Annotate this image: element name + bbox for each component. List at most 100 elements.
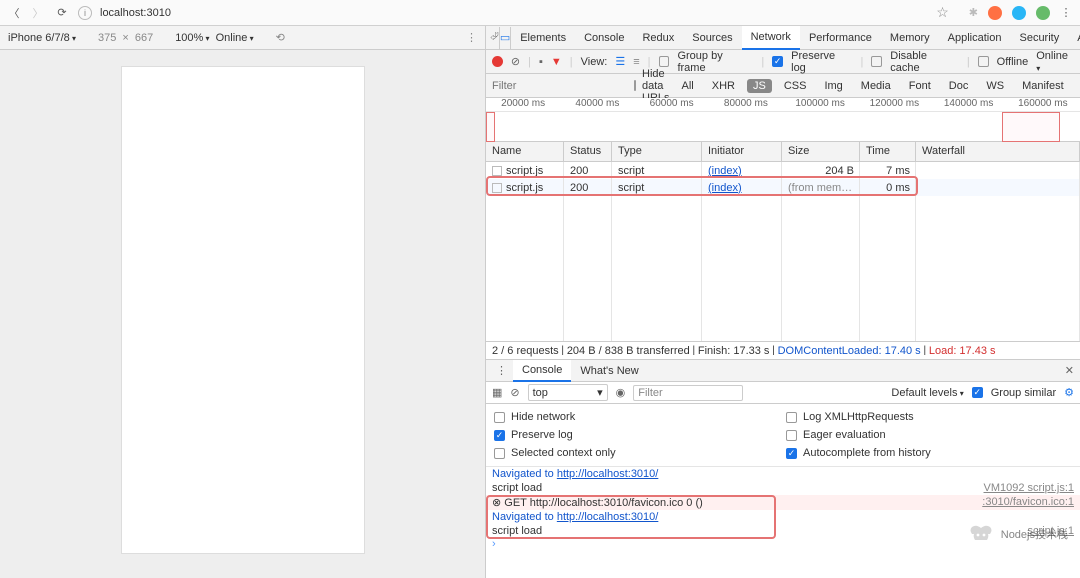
eager-eval-checkbox[interactable] xyxy=(786,430,797,441)
col-waterfall[interactable]: Waterfall xyxy=(916,142,1080,161)
preserve-log-checkbox[interactable]: ✓ xyxy=(494,430,505,441)
filter-ws[interactable]: WS xyxy=(980,79,1010,93)
extension-icon[interactable] xyxy=(1012,6,1026,20)
throttle-select[interactable]: Online xyxy=(216,32,254,44)
timeline-tick: 120000 ms xyxy=(857,98,931,111)
group-frame-checkbox[interactable] xyxy=(659,56,670,67)
offline-checkbox[interactable] xyxy=(978,56,989,67)
tab-redux[interactable]: Redux xyxy=(633,26,683,50)
col-name[interactable]: Name xyxy=(486,142,564,161)
tab-network[interactable]: Network xyxy=(742,26,800,50)
sidebar-toggle-icon[interactable]: ▦ xyxy=(492,386,502,399)
log-line: Navigated to http://localhost:3010/ xyxy=(486,467,1080,481)
network-timeline[interactable]: 20000 ms 40000 ms 60000 ms 80000 ms 1000… xyxy=(486,98,1080,142)
settings-icon[interactable]: ⚙ xyxy=(1064,386,1074,399)
extension-icon[interactable] xyxy=(1036,6,1050,20)
view-small-icon[interactable]: ≡ xyxy=(633,56,639,68)
view-large-icon[interactable]: ☰ xyxy=(615,55,625,68)
console-filter[interactable]: Filter xyxy=(633,385,743,401)
drawer-tab-console[interactable]: Console xyxy=(513,360,571,382)
log-source[interactable]: :3010/favicon.ico:1 xyxy=(982,496,1074,509)
tab-sources[interactable]: Sources xyxy=(683,26,741,50)
clear-icon[interactable]: ⊘ xyxy=(511,55,520,68)
device-height[interactable]: 667 xyxy=(135,32,153,44)
filter-doc[interactable]: Doc xyxy=(943,79,975,93)
tab-security[interactable]: Security xyxy=(1010,26,1068,50)
reload-button[interactable]: ⟳ xyxy=(54,5,70,21)
network-filter-bar: Hide data URLs All XHR JS CSS Img Media … xyxy=(486,74,1080,98)
clear-console-icon[interactable]: ⊘ xyxy=(510,386,519,399)
device-select[interactable]: iPhone 6/7/8 xyxy=(8,32,76,44)
status-transfer: 204 B / 838 B transferred xyxy=(567,345,690,357)
filter-manifest[interactable]: Manifest xyxy=(1016,79,1070,93)
page-iframe[interactable] xyxy=(121,66,365,554)
preview-area xyxy=(0,50,485,578)
drawer-tab-whatsnew[interactable]: What's New xyxy=(571,360,647,382)
filter-other[interactable]: Other xyxy=(1076,79,1080,93)
req-initiator[interactable]: (index) xyxy=(702,165,782,177)
levels-select[interactable]: Default levels xyxy=(891,387,963,399)
console-log[interactable]: Navigated to http://localhost:3010/ scri… xyxy=(486,467,1080,578)
col-initiator[interactable]: Initiator xyxy=(702,142,782,161)
forward-button[interactable]: 〉 xyxy=(30,5,46,21)
status-finish: Finish: 17.33 s xyxy=(698,345,770,357)
tab-memory[interactable]: Memory xyxy=(881,26,939,50)
preserve-log-checkbox[interactable]: ✓ xyxy=(772,56,783,67)
filter-img[interactable]: Img xyxy=(818,79,848,93)
throttle-select[interactable]: Online xyxy=(1036,50,1074,74)
status-load: Load: 17.43 s xyxy=(929,345,996,357)
log-source[interactable]: VM1092 script.js:1 xyxy=(984,482,1074,494)
more-icon[interactable]: ⋮ xyxy=(466,31,477,44)
timeline-tick: 140000 ms xyxy=(932,98,1006,111)
zoom-select[interactable]: 100% xyxy=(175,32,209,44)
eye-icon[interactable]: ◉ xyxy=(616,386,626,399)
highlight-box xyxy=(486,176,918,196)
offline-label: Offline xyxy=(997,56,1029,68)
address-bar[interactable]: localhost:3010 xyxy=(100,7,928,19)
record-button[interactable] xyxy=(492,56,503,67)
browser-toolbar: 〈 〉 ⟳ i localhost:3010 ☆ ✱ ⋮ xyxy=(0,0,1080,26)
bookmark-icon[interactable]: ☆ xyxy=(936,4,949,21)
menu-icon[interactable]: ⋮ xyxy=(1058,5,1074,21)
info-icon[interactable]: i xyxy=(78,6,92,20)
filter-icon[interactable]: ▼ xyxy=(551,56,562,68)
extension-icon[interactable]: ✱ xyxy=(969,6,978,19)
tab-elements[interactable]: Elements xyxy=(511,26,575,50)
back-button[interactable]: 〈 xyxy=(6,5,22,21)
filter-font[interactable]: Font xyxy=(903,79,937,93)
tab-audits[interactable]: Audits xyxy=(1068,26,1080,50)
inspect-icon[interactable]: ⮰ xyxy=(490,27,500,49)
tab-performance[interactable]: Performance xyxy=(800,26,881,50)
rotate-icon[interactable]: ⟲ xyxy=(276,31,285,44)
hide-network-checkbox[interactable] xyxy=(494,412,505,423)
tab-application[interactable]: Application xyxy=(939,26,1011,50)
camera-icon[interactable]: ▪ xyxy=(539,56,543,68)
filter-all[interactable]: All xyxy=(676,79,700,93)
col-type[interactable]: Type xyxy=(612,142,702,161)
drawer-menu-icon[interactable]: ⋮ xyxy=(490,364,513,377)
disable-cache-checkbox[interactable] xyxy=(871,56,882,67)
filter-css[interactable]: CSS xyxy=(778,79,813,93)
autocomplete-checkbox[interactable]: ✓ xyxy=(786,448,797,459)
extension-icon[interactable] xyxy=(988,6,1002,20)
hide-data-urls-checkbox[interactable] xyxy=(634,80,636,91)
network-table: Name Status Type Initiator Size Time Wat… xyxy=(486,142,1080,342)
device-width[interactable]: 375 xyxy=(98,32,116,44)
col-size[interactable]: Size xyxy=(782,142,860,161)
req-status: 200 xyxy=(564,165,612,177)
timeline-tick: 60000 ms xyxy=(635,98,709,111)
col-status[interactable]: Status xyxy=(564,142,612,161)
context-select[interactable]: top▾ xyxy=(528,384,608,401)
filter-xhr[interactable]: XHR xyxy=(706,79,741,93)
selected-context-checkbox[interactable] xyxy=(494,448,505,459)
filter-js[interactable]: JS xyxy=(747,79,772,93)
tab-console[interactable]: Console xyxy=(575,26,633,50)
close-drawer-icon[interactable]: ✕ xyxy=(1059,364,1080,377)
log-xhr-checkbox[interactable] xyxy=(786,412,797,423)
filter-input[interactable] xyxy=(492,78,602,94)
filter-media[interactable]: Media xyxy=(855,79,897,93)
col-time[interactable]: Time xyxy=(860,142,916,161)
device-mode-icon[interactable]: ▭ xyxy=(500,27,511,49)
group-similar-checkbox[interactable]: ✓ xyxy=(972,387,983,398)
watermark: Nodejs技术栈 xyxy=(967,522,1068,546)
